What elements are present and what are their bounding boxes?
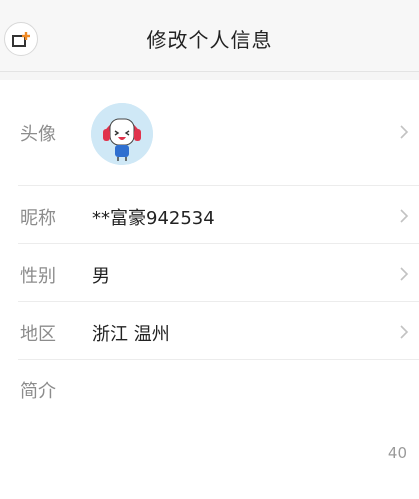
cartoon-avatar-icon[interactable] [91,103,153,165]
bio-label: 简介 [20,381,56,402]
bio-char-counter: 40 [387,444,407,462]
gender-label: 性别 [20,266,56,287]
chevron-right-icon [400,267,409,281]
row-gender[interactable]: 性别 男 [0,244,419,302]
row-nickname[interactable]: 昵称 **富豪942534 [0,186,419,244]
row-region[interactable]: 地区 浙江 温州 [0,302,419,360]
gender-value: 男 [92,266,110,287]
region-value: 浙江 温州 [92,324,170,345]
top-bar: 修改个人信息 [0,0,419,72]
chevron-right-icon [400,125,409,139]
nickname-label: 昵称 [20,208,56,229]
profile-form: 头像 昵称 **富豪942534 性别 男 地区 浙江 温州 简介 40 [0,80,419,499]
nickname-value: **富豪942534 [92,208,215,229]
chevron-right-icon [400,209,409,223]
row-avatar[interactable]: 头像 [0,80,419,186]
chevron-right-icon [400,325,409,339]
region-label: 地区 [20,324,56,345]
row-bio[interactable]: 简介 [0,360,419,499]
avatar-label: 头像 [20,124,56,145]
page-title: 修改个人信息 [146,28,273,52]
